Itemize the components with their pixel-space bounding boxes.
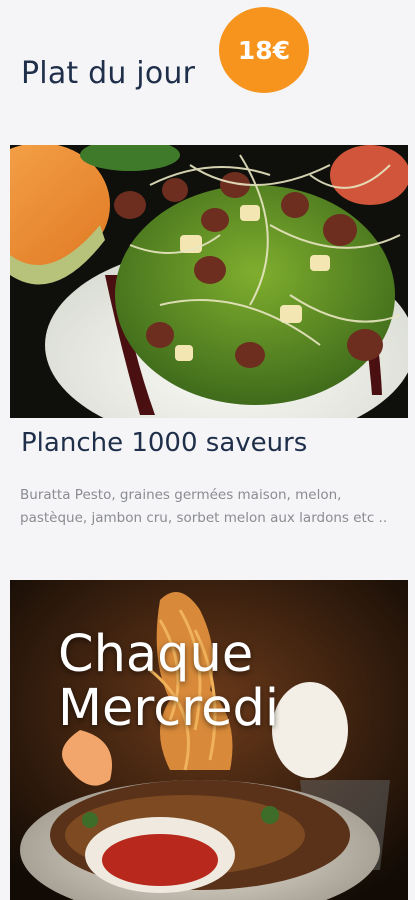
promo-text: Chaque Mercredi xyxy=(58,628,279,736)
dish-title: Planche 1000 saveurs xyxy=(21,428,308,458)
dish-description: Buratta Pesto, graines germées maison, m… xyxy=(20,487,388,526)
price-badge: 18€ xyxy=(219,7,309,93)
header: Plat du jour 18€ xyxy=(0,0,415,140)
page-title: Plat du jour xyxy=(21,56,196,91)
promo-line-2: Mercredi xyxy=(58,679,280,738)
promo-line-1: Chaque xyxy=(58,625,254,684)
dish-image xyxy=(10,145,408,418)
promo-banner[interactable]: Chaque Mercredi xyxy=(10,580,408,900)
